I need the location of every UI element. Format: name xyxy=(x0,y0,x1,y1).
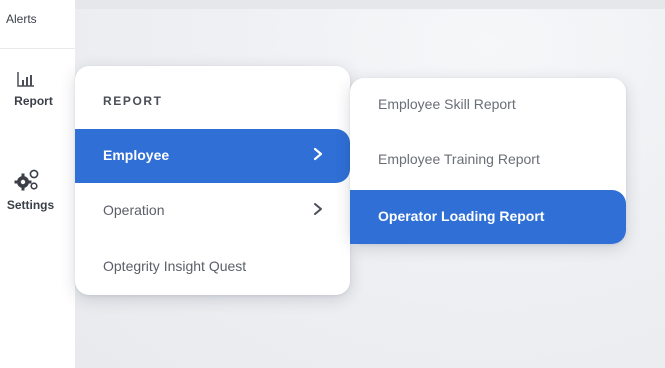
menu-item-employee-label: Employee xyxy=(103,147,170,163)
sidebar: Alerts Report Settings xyxy=(0,0,75,368)
sidebar-item-report[interactable]: Report xyxy=(0,70,75,108)
menu-item-operation[interactable]: Operation xyxy=(75,184,350,238)
gears-icon xyxy=(14,169,39,191)
report-menu: REPORT Employee Operation Optegrity Insi… xyxy=(75,66,350,295)
submenu-item-employee-training-report[interactable]: Employee Training Report xyxy=(350,133,626,187)
employee-submenu: Employee Skill Report Employee Training … xyxy=(350,78,626,244)
submenu-item-label: Employee Skill Report xyxy=(378,96,516,112)
menu-item-optegrity-insight-quest-label: Optegrity Insight Quest xyxy=(103,258,247,274)
submenu-item-operator-loading-report[interactable]: Operator Loading Report xyxy=(350,190,626,244)
sidebar-item-alerts-label: Alerts xyxy=(6,12,37,26)
menu-heading: REPORT xyxy=(103,94,163,108)
submenu-item-label: Operator Loading Report xyxy=(378,208,545,224)
menu-item-optegrity-insight-quest[interactable]: Optegrity Insight Quest xyxy=(75,240,350,294)
submenu-item-label: Employee Training Report xyxy=(378,151,540,167)
menu-item-operation-label: Operation xyxy=(103,202,165,218)
chevron-right-icon xyxy=(314,203,322,215)
sidebar-item-alerts[interactable]: Alerts xyxy=(0,8,75,49)
sidebar-item-settings-label: Settings xyxy=(6,198,55,212)
bar-chart-icon xyxy=(17,72,34,87)
menu-item-employee[interactable]: Employee xyxy=(75,129,350,183)
top-band xyxy=(0,0,665,9)
submenu-item-employee-skill-report[interactable]: Employee Skill Report xyxy=(350,78,626,132)
chevron-right-icon xyxy=(313,147,323,161)
sidebar-item-report-label: Report xyxy=(14,94,53,108)
sidebar-item-settings[interactable]: Settings xyxy=(0,168,75,212)
